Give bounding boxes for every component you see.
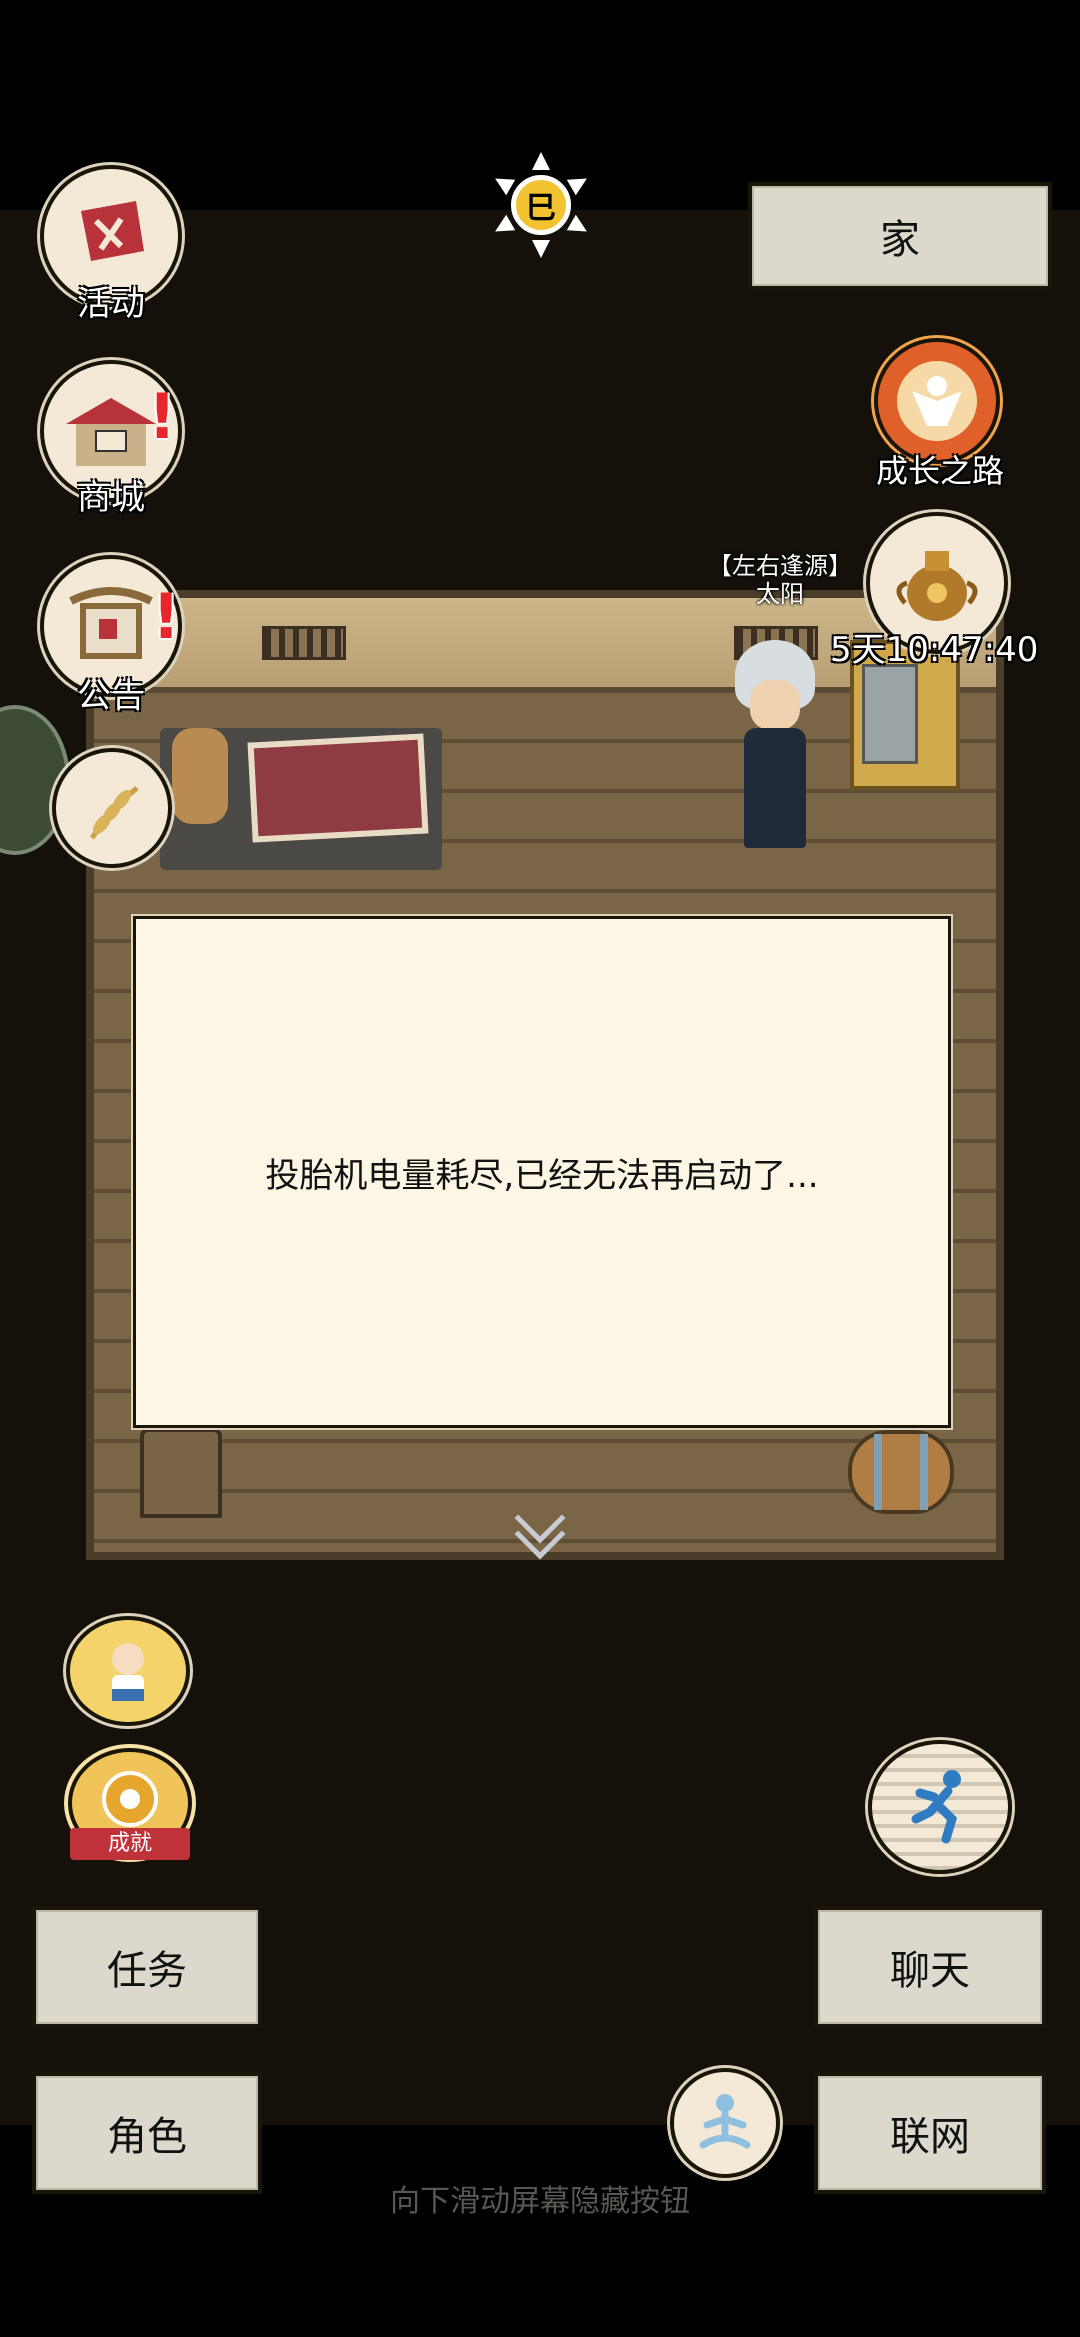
event-countdown: 5天10:47:40 xyxy=(830,630,1039,670)
meditating-figure-icon xyxy=(674,2072,776,2174)
harvest-button[interactable] xyxy=(52,748,172,868)
dialog-message: 投胎机电量耗尽,已经无法再启动了... xyxy=(265,1155,819,1196)
character-name: 太阳 xyxy=(756,580,804,608)
wall-vent xyxy=(262,626,346,660)
activity-label: 活动 xyxy=(77,284,145,324)
bed[interactable] xyxy=(160,728,442,870)
notice-alert-icon: ! xyxy=(152,580,181,653)
time-of-day-sun-icon[interactable]: 巳 xyxy=(486,150,596,260)
time-glyph: 巳 xyxy=(511,175,571,235)
child-figure-icon xyxy=(70,1620,186,1722)
character-face xyxy=(750,680,800,730)
notice-label: 公告 xyxy=(77,676,145,716)
character-nameplate: 【左右逢源】 太阳 xyxy=(690,552,870,608)
meditate-button[interactable] xyxy=(670,2068,780,2178)
sun-ray xyxy=(532,152,550,170)
blanket xyxy=(247,733,429,843)
shop-alert-icon: ! xyxy=(148,380,177,453)
sun-ray xyxy=(490,170,516,196)
sun-ray xyxy=(490,214,516,240)
player-character[interactable] xyxy=(730,640,820,870)
character-body xyxy=(744,728,806,848)
pillow xyxy=(172,728,228,824)
sun-ray xyxy=(566,214,592,240)
chat-button[interactable]: 聊天 xyxy=(814,1906,1046,2028)
growth-figure-icon xyxy=(878,342,996,460)
run-button[interactable] xyxy=(868,1740,1012,1874)
running-figure-icon xyxy=(872,1744,1008,1870)
task-button[interactable]: 任务 xyxy=(32,1906,262,2028)
message-dialog[interactable]: 投胎机电量耗尽,已经无法再启动了... xyxy=(133,916,951,1428)
treasure-chest[interactable] xyxy=(140,1428,222,1518)
growth-path-label: 成长之路 xyxy=(875,452,1004,490)
wheat-icon xyxy=(56,752,168,864)
achievement-ribbon: 成就 xyxy=(70,1828,190,1860)
home-button[interactable]: 家 xyxy=(748,182,1052,290)
machine-screen xyxy=(862,664,918,764)
swipe-hint: 向下滑动屏幕隐藏按钮 xyxy=(390,2184,690,2219)
chevron-down-icon[interactable] xyxy=(505,1492,575,1560)
sun-ray xyxy=(566,170,592,196)
character-title: 【左右逢源】 xyxy=(708,552,852,580)
companion-button[interactable] xyxy=(66,1616,190,1726)
barrel[interactable] xyxy=(848,1430,954,1514)
sun-ray xyxy=(532,240,550,258)
shop-label: 商城 xyxy=(77,478,145,518)
